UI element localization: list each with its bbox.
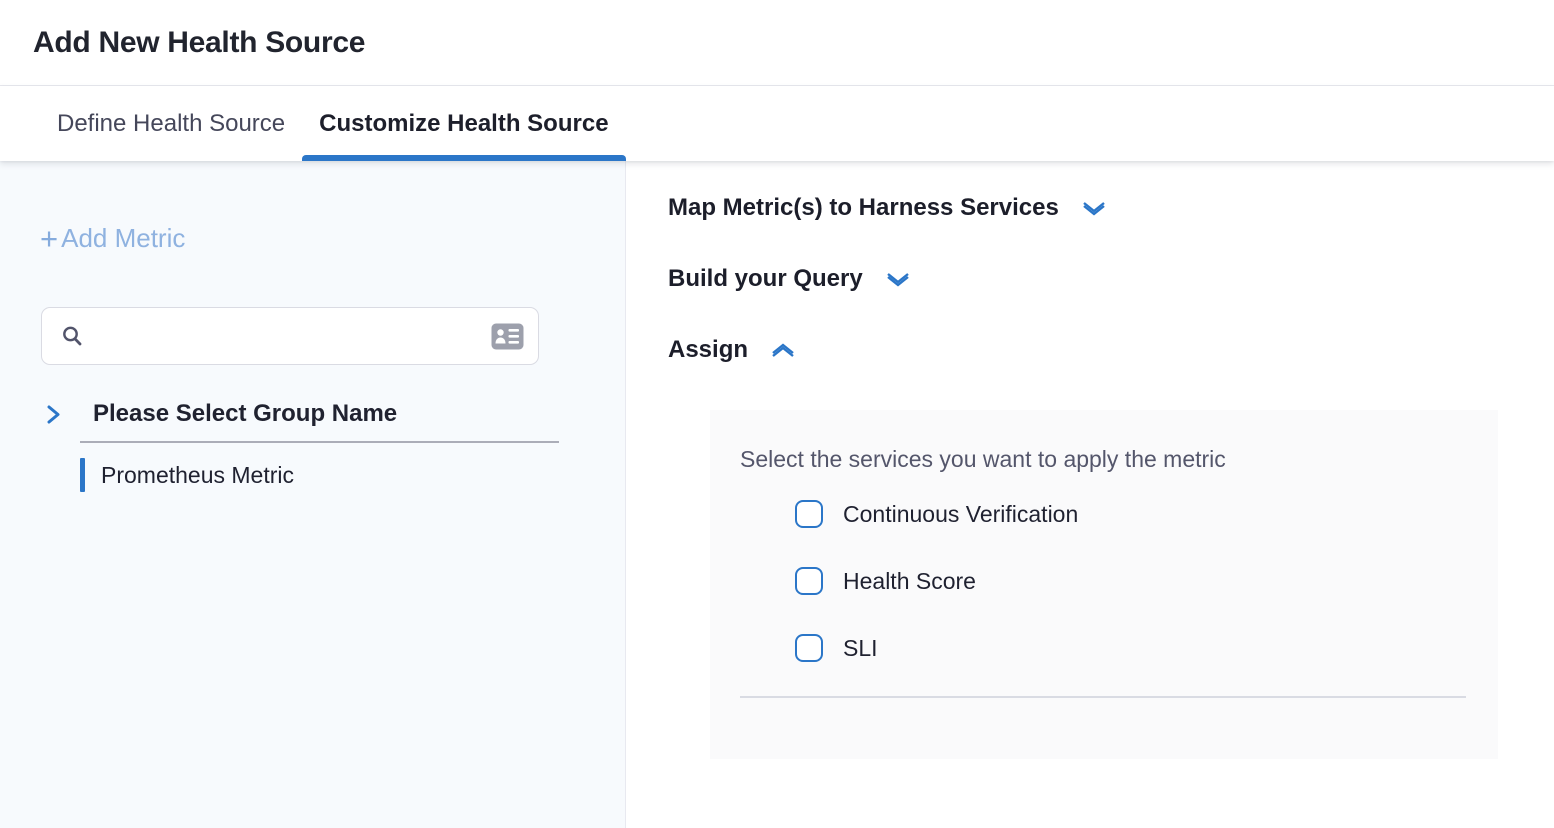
page-header: Add New Health Source — [0, 0, 1554, 86]
customize-main-panel: Map Metric(s) to Harness Services Build … — [626, 161, 1554, 828]
selected-metric-indicator — [80, 458, 85, 492]
section-build-query-label: Build your Query — [668, 265, 863, 293]
contact-card-icon[interactable] — [491, 323, 524, 350]
tab-define-label: Define Health Source — [57, 110, 285, 138]
tab-customize-health-source[interactable]: Customize Health Source — [302, 86, 625, 161]
option-sli[interactable]: SLI — [795, 634, 1468, 662]
checkbox-continuous-verification[interactable] — [795, 500, 823, 528]
group-row: Please Select Group Name — [0, 400, 625, 428]
section-map-metrics[interactable]: Map Metric(s) to Harness Services — [668, 194, 1107, 222]
chevron-down-icon — [1081, 200, 1107, 217]
plus-icon: + — [40, 226, 58, 252]
chevron-down-icon — [885, 271, 911, 288]
section-build-query[interactable]: Build your Query — [668, 265, 911, 293]
tab-customize-label: Customize Health Source — [319, 110, 608, 138]
search-input[interactable] — [96, 316, 491, 356]
chevron-right-icon[interactable] — [43, 402, 64, 427]
health-source-tabbar: Define Health Source Customize Health So… — [0, 86, 1554, 161]
section-assign-label: Assign — [668, 336, 748, 364]
metric-search-box — [41, 307, 539, 365]
option-label: SLI — [843, 635, 878, 662]
chevron-up-icon — [770, 342, 796, 359]
checkbox-sli[interactable] — [795, 634, 823, 662]
option-health-score[interactable]: Health Score — [795, 567, 1468, 595]
content-area: + Add Metric — [0, 161, 1554, 828]
section-map-metrics-label: Map Metric(s) to Harness Services — [668, 194, 1059, 222]
active-tab-indicator — [302, 155, 625, 161]
option-label: Continuous Verification — [843, 501, 1078, 528]
assign-prompt: Select the services you want to apply th… — [740, 446, 1468, 473]
group-divider — [80, 441, 559, 443]
page-title: Add New Health Source — [33, 26, 365, 60]
tab-define-health-source[interactable]: Define Health Source — [40, 86, 302, 161]
add-metric-button[interactable]: + Add Metric — [40, 223, 185, 254]
metric-item-label: Prometheus Metric — [101, 462, 294, 489]
add-metric-label: Add Metric — [61, 223, 185, 254]
metric-list-item-prometheus[interactable]: Prometheus Metric — [80, 458, 625, 492]
section-assign[interactable]: Assign — [668, 336, 796, 364]
service-options-list: Continuous Verification Health Score SLI — [795, 500, 1468, 662]
group-name-label[interactable]: Please Select Group Name — [93, 400, 397, 428]
option-label: Health Score — [843, 568, 976, 595]
option-continuous-verification[interactable]: Continuous Verification — [795, 500, 1468, 528]
assign-section-panel: Select the services you want to apply th… — [710, 410, 1498, 759]
metric-sidebar: + Add Metric — [0, 161, 626, 828]
assign-divider — [740, 696, 1466, 698]
search-icon — [60, 324, 84, 348]
checkbox-health-score[interactable] — [795, 567, 823, 595]
